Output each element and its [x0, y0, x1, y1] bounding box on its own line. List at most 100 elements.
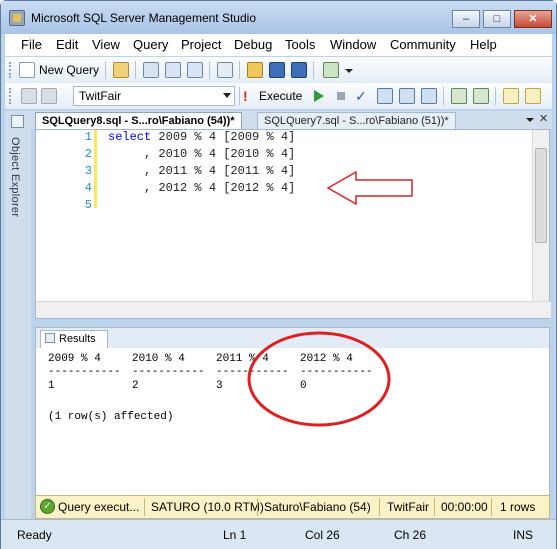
annotation-ellipse-icon — [247, 331, 391, 427]
save-all-icon[interactable] — [291, 62, 307, 78]
query-state: Query execut... — [58, 500, 140, 514]
cancel-stop-icon[interactable] — [333, 88, 349, 104]
window-title: Microsoft SQL Server Management Studio — [31, 11, 256, 25]
status-separator — [144, 498, 145, 516]
tab-sqlquery7[interactable]: SQLQuery7.sql - S...ro\Fabiano (51))* — [257, 112, 456, 129]
code-line-1[interactable]: select 2009 % 4 [2009 % 4] — [108, 130, 295, 144]
change-marker-bar — [94, 130, 97, 208]
status-bar: Ready Ln 1 Col 26 Ch 26 INS — [1, 519, 556, 549]
toolbar-separator — [443, 87, 444, 105]
result-cell[interactable]: 2 — [132, 380, 139, 392]
menu-query[interactable]: Query — [133, 37, 168, 52]
dmx-query-icon[interactable] — [165, 62, 181, 78]
connect-icon[interactable] — [21, 88, 37, 104]
result-cell[interactable]: 1 — [48, 380, 55, 392]
include-plan-icon[interactable] — [421, 88, 437, 104]
status-char: Ch 26 — [394, 528, 427, 542]
maximize-button[interactable]: □ — [483, 10, 511, 28]
status-separator — [379, 498, 380, 516]
result-column-header: 2010 % 4 — [132, 353, 185, 365]
minimize-button[interactable]: – — [452, 10, 480, 28]
title-bar: Microsoft SQL Server Management Studio –… — [1, 1, 556, 34]
results-text-icon — [45, 333, 55, 343]
menu-help[interactable]: Help — [470, 37, 497, 52]
object-explorer-label[interactable]: Object Explorer — [9, 137, 21, 217]
database-selector[interactable]: TwitFair — [73, 86, 235, 106]
menu-window[interactable]: Window — [330, 37, 376, 52]
status-separator — [434, 498, 435, 516]
toolbar-separator — [209, 61, 210, 79]
toolbar-grip[interactable] — [9, 62, 12, 78]
status-separator — [491, 498, 492, 516]
menu-project[interactable]: Project — [181, 37, 221, 52]
compact-edition-query-icon[interactable] — [217, 62, 233, 78]
menu-community[interactable]: Community — [390, 37, 456, 52]
tab-sqlquery8[interactable]: SQLQuery8.sql - S...ro\Fabiano (54))* — [35, 112, 242, 129]
database-engine-query-icon[interactable] — [113, 62, 129, 78]
menu-tools[interactable]: Tools — [285, 37, 315, 52]
ssms-app-icon — [9, 10, 25, 26]
scrollbar-thumb[interactable] — [535, 148, 547, 243]
toolbar-separator — [239, 87, 240, 105]
code-line-2[interactable]: , 2010 % 4 [2010 % 4] — [108, 147, 295, 161]
result-cell[interactable]: 3 — [216, 380, 223, 392]
analysis-query-icon[interactable] — [143, 62, 159, 78]
activity-monitor-icon[interactable] — [323, 62, 339, 78]
xmla-query-icon[interactable] — [187, 62, 203, 78]
code-line-4[interactable]: , 2012 % 4 [2012 % 4] — [108, 181, 295, 195]
login-user: Saturo\Fabiano (54) — [264, 500, 371, 514]
status-separator — [257, 498, 258, 516]
sql-editor[interactable]: 1 2 3 4 5 select 2009 % 4 [2009 % 4] , 2… — [35, 129, 551, 319]
save-icon[interactable] — [269, 62, 285, 78]
server-name: SATURO (10.0 RTM) — [151, 500, 264, 514]
chevron-down-icon — [223, 93, 231, 98]
app-window: Microsoft SQL Server Management Studio –… — [0, 0, 557, 549]
pin-icon[interactable] — [11, 115, 24, 128]
execute-button[interactable]: Execute — [259, 89, 302, 103]
menu-edit[interactable]: Edit — [56, 37, 78, 52]
close-tab-icon[interactable]: ✕ — [539, 112, 548, 125]
open-file-icon[interactable] — [247, 62, 263, 78]
uncomment-lines-icon[interactable] — [525, 88, 541, 104]
line-number: 5 — [84, 198, 92, 212]
tab-list-chevron-icon[interactable] — [526, 114, 534, 124]
display-estimated-plan-icon[interactable] — [377, 88, 393, 104]
execute-exclamation-icon: ! — [243, 88, 248, 104]
query-designer-icon[interactable] — [399, 88, 415, 104]
new-query-button[interactable]: New Query — [39, 63, 99, 77]
menu-file[interactable]: File — [21, 37, 42, 52]
menu-debug[interactable]: Debug — [234, 37, 272, 52]
toolbar-grip[interactable] — [9, 88, 12, 104]
result-column-header: 2009 % 4 — [48, 353, 101, 365]
toolbar-separator — [105, 61, 106, 79]
editor-horizontal-scrollbar[interactable] — [36, 301, 551, 318]
editor-vertical-scrollbar[interactable] — [532, 130, 549, 302]
document-tabs: SQLQuery8.sql - S...ro\Fabiano (54))* SQ… — [31, 111, 552, 129]
results-to-grid-icon[interactable] — [473, 88, 489, 104]
database-selector-value: TwitFair — [79, 89, 121, 103]
database-name: TwitFair — [387, 500, 429, 514]
line-number-gutter: 1 2 3 4 5 — [36, 130, 97, 302]
close-button[interactable]: ✕ — [514, 10, 552, 28]
comment-lines-icon[interactable] — [503, 88, 519, 104]
results-to-text-icon[interactable] — [451, 88, 467, 104]
sql-keyword: select — [108, 130, 152, 144]
menu-view[interactable]: View — [92, 37, 120, 52]
standard-toolbar: New Query — [5, 57, 552, 83]
parse-checkmark-icon[interactable]: ✓ — [355, 88, 371, 104]
results-tab-label: Results — [59, 333, 96, 345]
line-number: 4 — [84, 181, 92, 195]
change-connection-icon[interactable] — [41, 88, 57, 104]
code-line-3[interactable]: , 2011 % 4 [2011 % 4] — [108, 164, 295, 178]
toolbar-separator — [239, 61, 240, 79]
tab-results[interactable]: Results — [40, 330, 108, 348]
line-number: 1 — [84, 130, 92, 144]
status-column: Col 26 — [305, 528, 340, 542]
code-text: , 2010 % 4 [2010 % 4] — [108, 147, 296, 161]
debug-play-icon[interactable] — [311, 88, 327, 104]
toolbar-separator — [135, 61, 136, 79]
status-line: Ln 1 — [223, 528, 247, 542]
toolbar-separator — [495, 87, 496, 105]
object-explorer-strip[interactable]: Object Explorer — [5, 111, 31, 519]
sql-editor-toolbar: TwitFair ! Execute ✓ — [5, 83, 552, 109]
